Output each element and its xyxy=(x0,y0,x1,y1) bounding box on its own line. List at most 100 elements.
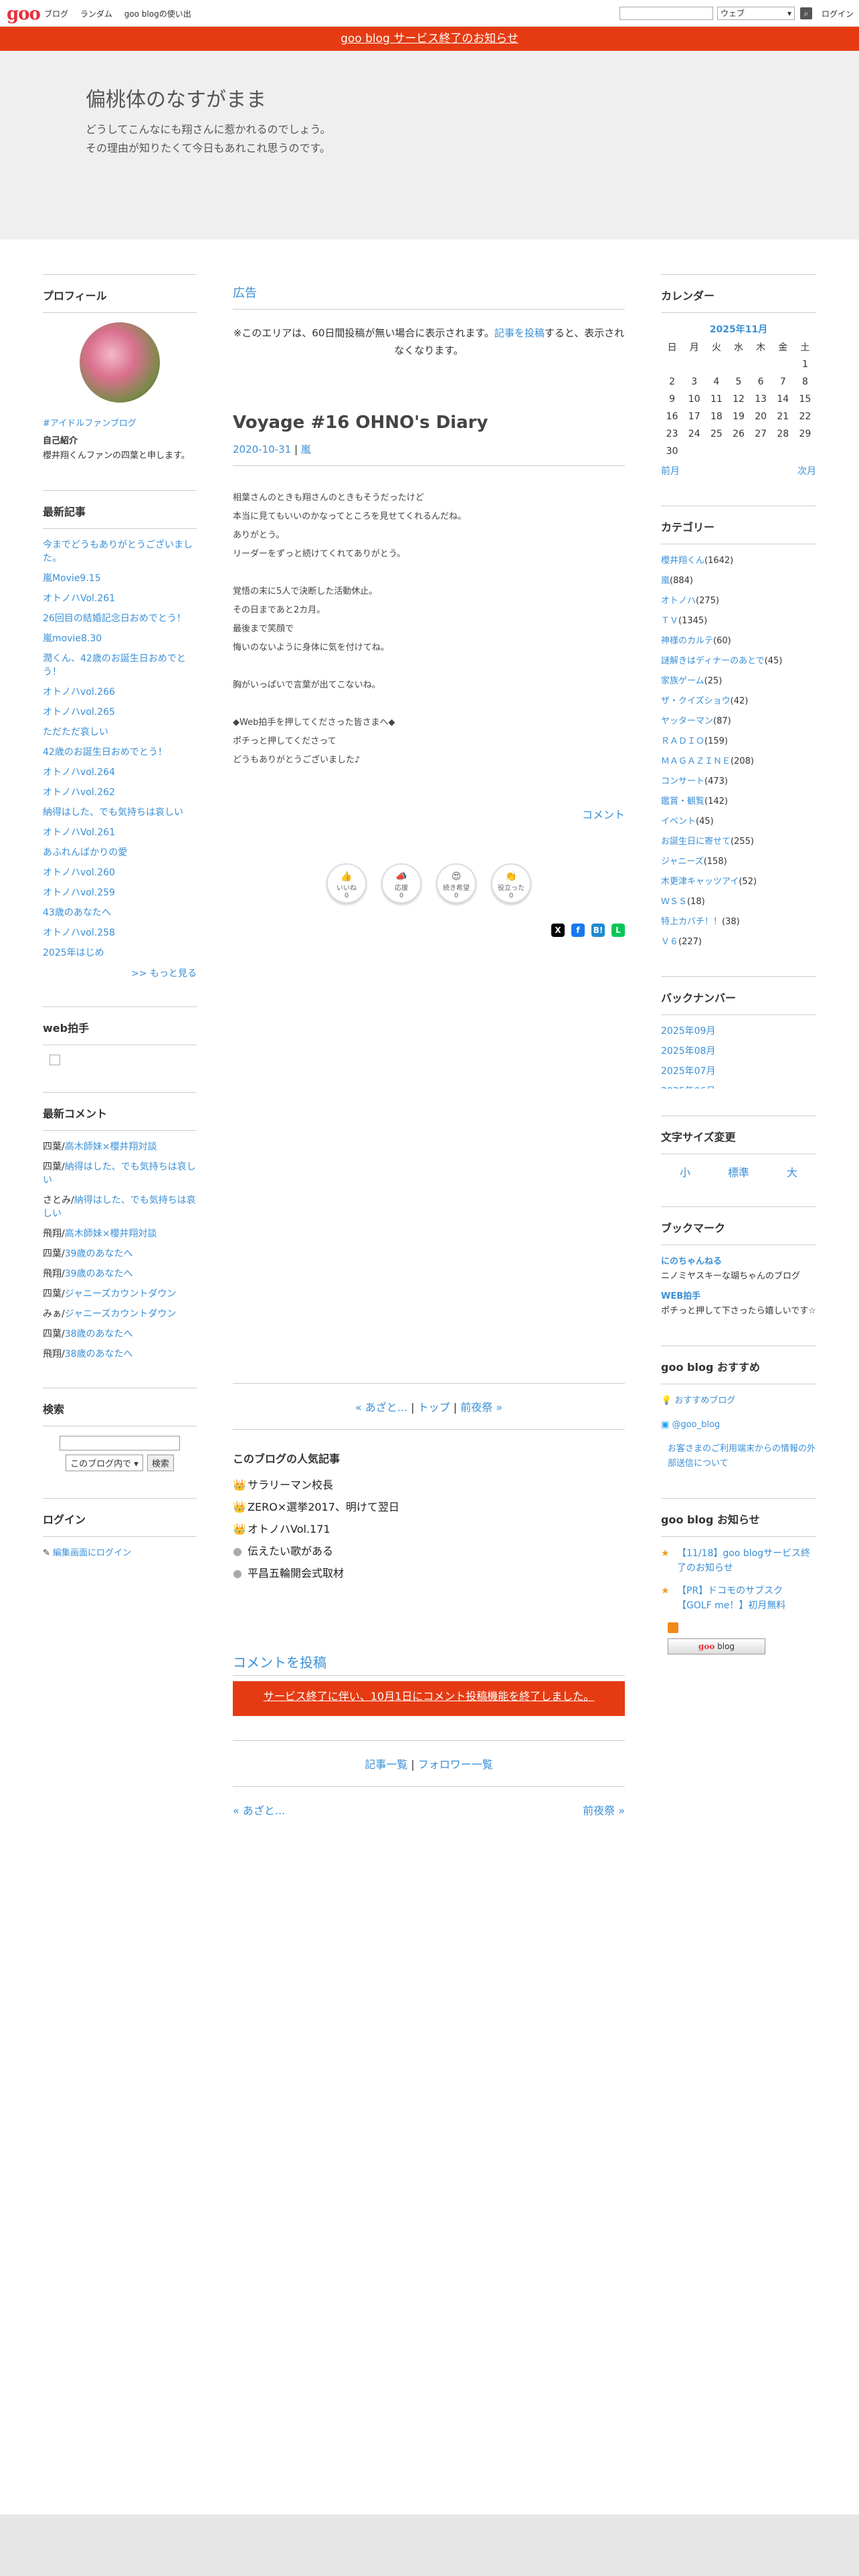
bottom-next-link[interactable]: 前夜祭 » xyxy=(583,1802,625,1818)
follower-list-link[interactable]: フォロワー一覧 xyxy=(418,1758,493,1771)
top-search-input[interactable] xyxy=(619,7,713,20)
recent-post-link[interactable]: オトノハvol.262 xyxy=(43,786,197,799)
category-link[interactable]: オトノハ xyxy=(661,596,696,606)
recent-post-link[interactable]: オトノハVol.261 xyxy=(43,826,197,839)
comment-article-link[interactable]: ジャニーズカウントダウン xyxy=(65,1309,177,1319)
recent-post-link[interactable]: オトノハvol.265 xyxy=(43,706,197,719)
entry-date[interactable]: 2020-10-31 xyxy=(233,443,291,455)
category-link[interactable]: 特上カバチ！！ xyxy=(661,917,722,927)
search-icon[interactable]: ⌕ xyxy=(800,7,812,19)
recent-post-link[interactable]: ただただ哀しい xyxy=(43,726,197,739)
recent-post-link[interactable]: 嵐Movie9.15 xyxy=(43,572,197,585)
prev-entry-link[interactable]: « あざと... xyxy=(355,1401,407,1414)
category-link[interactable]: 謎解きはディナーのあとで xyxy=(661,656,765,666)
goo-blog-badge[interactable]: goo blog xyxy=(668,1638,765,1654)
blog-title[interactable]: 偏桃体のなすがまま xyxy=(86,83,266,112)
reaction-button[interactable]: 👍 いいね 0 xyxy=(326,863,367,903)
recent-post-link[interactable]: 42歳のお誕生日おめでとう！ xyxy=(43,746,197,759)
category-link[interactable]: イベント xyxy=(661,817,696,827)
category-link[interactable]: お誕生日に寄せて xyxy=(661,837,731,847)
comment-link[interactable]: コメント xyxy=(233,806,625,822)
comment-article-link[interactable]: ジャニーズカウントダウン xyxy=(65,1289,177,1299)
popular-post-item[interactable]: 👑 サラリーマン校長 xyxy=(233,1474,625,1496)
recent-post-link[interactable]: あふれんばかりの愛 xyxy=(43,846,197,859)
share-button-icon[interactable]: L xyxy=(611,924,625,937)
calendar-prev-link[interactable]: 前月 xyxy=(661,466,680,477)
top-login-link[interactable]: ログイン xyxy=(822,8,854,19)
post-article-link[interactable]: 記事を投稿 xyxy=(494,327,545,339)
category-link[interactable]: ＭＡＧＡＺＩＮＥ xyxy=(661,756,731,766)
service-end-notice[interactable]: goo blog サービス終了のお知らせ xyxy=(0,27,859,51)
recent-post-link[interactable]: 潤くん、42歳のお誕生日おめでとう！ xyxy=(43,652,197,679)
goo-logo[interactable]: goo xyxy=(7,4,41,24)
service-end-notice-link[interactable]: goo blog サービス終了のお知らせ xyxy=(341,32,518,45)
reaction-button[interactable]: 😍 続き希望 0 xyxy=(436,863,476,903)
recent-post-link[interactable]: 26回目の結婚記念日おめでとう！ xyxy=(43,612,197,625)
blog-search-scope-select[interactable]: このブログ内で ▾ xyxy=(66,1455,143,1471)
share-button-icon[interactable]: X xyxy=(551,924,565,937)
category-link[interactable]: ＴＶ xyxy=(661,616,678,626)
comment-closed-notice[interactable]: サービス終了に伴い、10月1日にコメント投稿機能を終了しました。 xyxy=(233,1681,625,1716)
popular-post-item[interactable]: 👑 オトノハVol.171 xyxy=(233,1518,625,1540)
recent-post-link[interactable]: オトノハvol.266 xyxy=(43,685,197,699)
comment-article-link[interactable]: 高木師妹×櫻井翔対談 xyxy=(65,1142,157,1152)
font-size-small[interactable]: 小 xyxy=(680,1164,690,1180)
next-entry-link[interactable]: 前夜祭 » xyxy=(460,1401,502,1414)
comment-closed-text[interactable]: サービス終了に伴い、10月1日にコメント投稿機能を終了しました。 xyxy=(264,1690,595,1703)
category-link[interactable]: 神様のカルテ xyxy=(661,636,713,646)
recent-post-link[interactable]: オトノハvol.259 xyxy=(43,886,197,899)
popular-post-title[interactable]: ZERO×選挙2017、明けて翌日 xyxy=(248,1501,399,1513)
category-link[interactable]: コンサート xyxy=(661,776,704,786)
top-nav-random[interactable]: ランダム xyxy=(80,9,112,19)
blog-search-button[interactable]: 検索 xyxy=(147,1455,174,1471)
comment-article-link[interactable]: 納得はした、でも気持ちは哀しい xyxy=(43,1162,196,1186)
comment-article-link[interactable]: 39歳のあなたへ xyxy=(65,1269,133,1279)
share-button-icon[interactable]: B! xyxy=(591,924,605,937)
category-link[interactable]: 嵐 xyxy=(661,576,670,586)
reaction-button[interactable]: 📣 応援 0 xyxy=(381,863,421,903)
popular-post-title[interactable]: 平昌五輪開会式取材 xyxy=(248,1567,344,1580)
category-link[interactable]: ジャニーズ xyxy=(661,857,704,867)
recent-post-link[interactable]: 2025年はじめ xyxy=(43,946,197,960)
recent-post-link[interactable]: 納得はした、でも気持ちは哀しい xyxy=(43,806,197,819)
top-link[interactable]: トップ xyxy=(418,1401,450,1414)
share-button-icon[interactable]: f xyxy=(571,924,585,937)
bookmark-link[interactable]: にのちゃんねる xyxy=(661,1255,816,1269)
article-list-link[interactable]: 記事一覧 xyxy=(365,1758,407,1771)
info-link-2[interactable]: 【PR】ドコモのサブスク【GOLF me！】初月無料 xyxy=(677,1586,785,1611)
backnumber-link[interactable]: 2025年08月 xyxy=(661,1045,816,1058)
recent-post-link[interactable]: オトノハvol.260 xyxy=(43,866,197,879)
recent-post-link[interactable]: 今までどうもありがとうございました。 xyxy=(43,538,197,565)
recent-post-link[interactable]: オトノハvol.258 xyxy=(43,926,197,940)
popular-post-item[interactable]: ● 平昌五輪開会式取材 xyxy=(233,1562,625,1584)
comment-article-link[interactable]: 38歳のあなたへ xyxy=(65,1329,133,1339)
recent-post-link[interactable]: 43歳のあなたへ xyxy=(43,906,197,920)
popular-post-title[interactable]: サラリーマン校長 xyxy=(248,1479,333,1491)
backnumber-link[interactable]: 2025年06月 xyxy=(661,1085,816,1089)
backnumber-link[interactable]: 2025年07月 xyxy=(661,1065,816,1078)
rss-icon[interactable] xyxy=(668,1622,678,1633)
reaction-button[interactable]: 👏 役立った 0 xyxy=(491,863,531,903)
info-link-1[interactable]: 【11/18】goo blogサービス終了のお知らせ xyxy=(677,1548,810,1574)
backnumber-link[interactable]: 2025年09月 xyxy=(661,1025,816,1038)
calendar-next-link[interactable]: 次月 xyxy=(797,464,816,477)
category-link[interactable]: ザ・クイズショウ xyxy=(661,696,731,706)
category-link[interactable]: 櫻井翔くん xyxy=(661,556,704,566)
bottom-prev-link[interactable]: « あざと... xyxy=(233,1804,285,1817)
category-link[interactable]: 家族ゲーム xyxy=(661,676,704,686)
profile-tag-link[interactable]: #アイドルファンブログ xyxy=(43,416,197,429)
category-link[interactable]: 鑑賞・観覧 xyxy=(661,796,704,807)
category-link[interactable]: Ｖ６ xyxy=(661,937,678,947)
more-posts-link[interactable]: >> もっと見る xyxy=(43,966,197,980)
comment-article-link[interactable]: 38歳のあなたへ xyxy=(65,1349,133,1360)
font-size-normal[interactable]: 標準 xyxy=(728,1164,749,1180)
popular-post-item[interactable]: 👑 ZERO×選挙2017、明けて翌日 xyxy=(233,1496,625,1518)
entry-category[interactable]: 嵐 xyxy=(301,443,311,455)
font-size-large[interactable]: 大 xyxy=(787,1164,797,1180)
top-nav-guide[interactable]: goo blogの使い出 xyxy=(124,9,191,19)
category-link[interactable]: ＲＡＤＩＯ xyxy=(661,736,704,746)
category-link[interactable]: 木更津キャッツアイ xyxy=(661,877,739,887)
edit-login-link[interactable]: 編集画面にログイン xyxy=(53,1548,131,1558)
popular-post-item[interactable]: ● 伝えたい歌がある xyxy=(233,1540,625,1562)
recent-post-link[interactable]: 嵐movie8.30 xyxy=(43,632,197,645)
